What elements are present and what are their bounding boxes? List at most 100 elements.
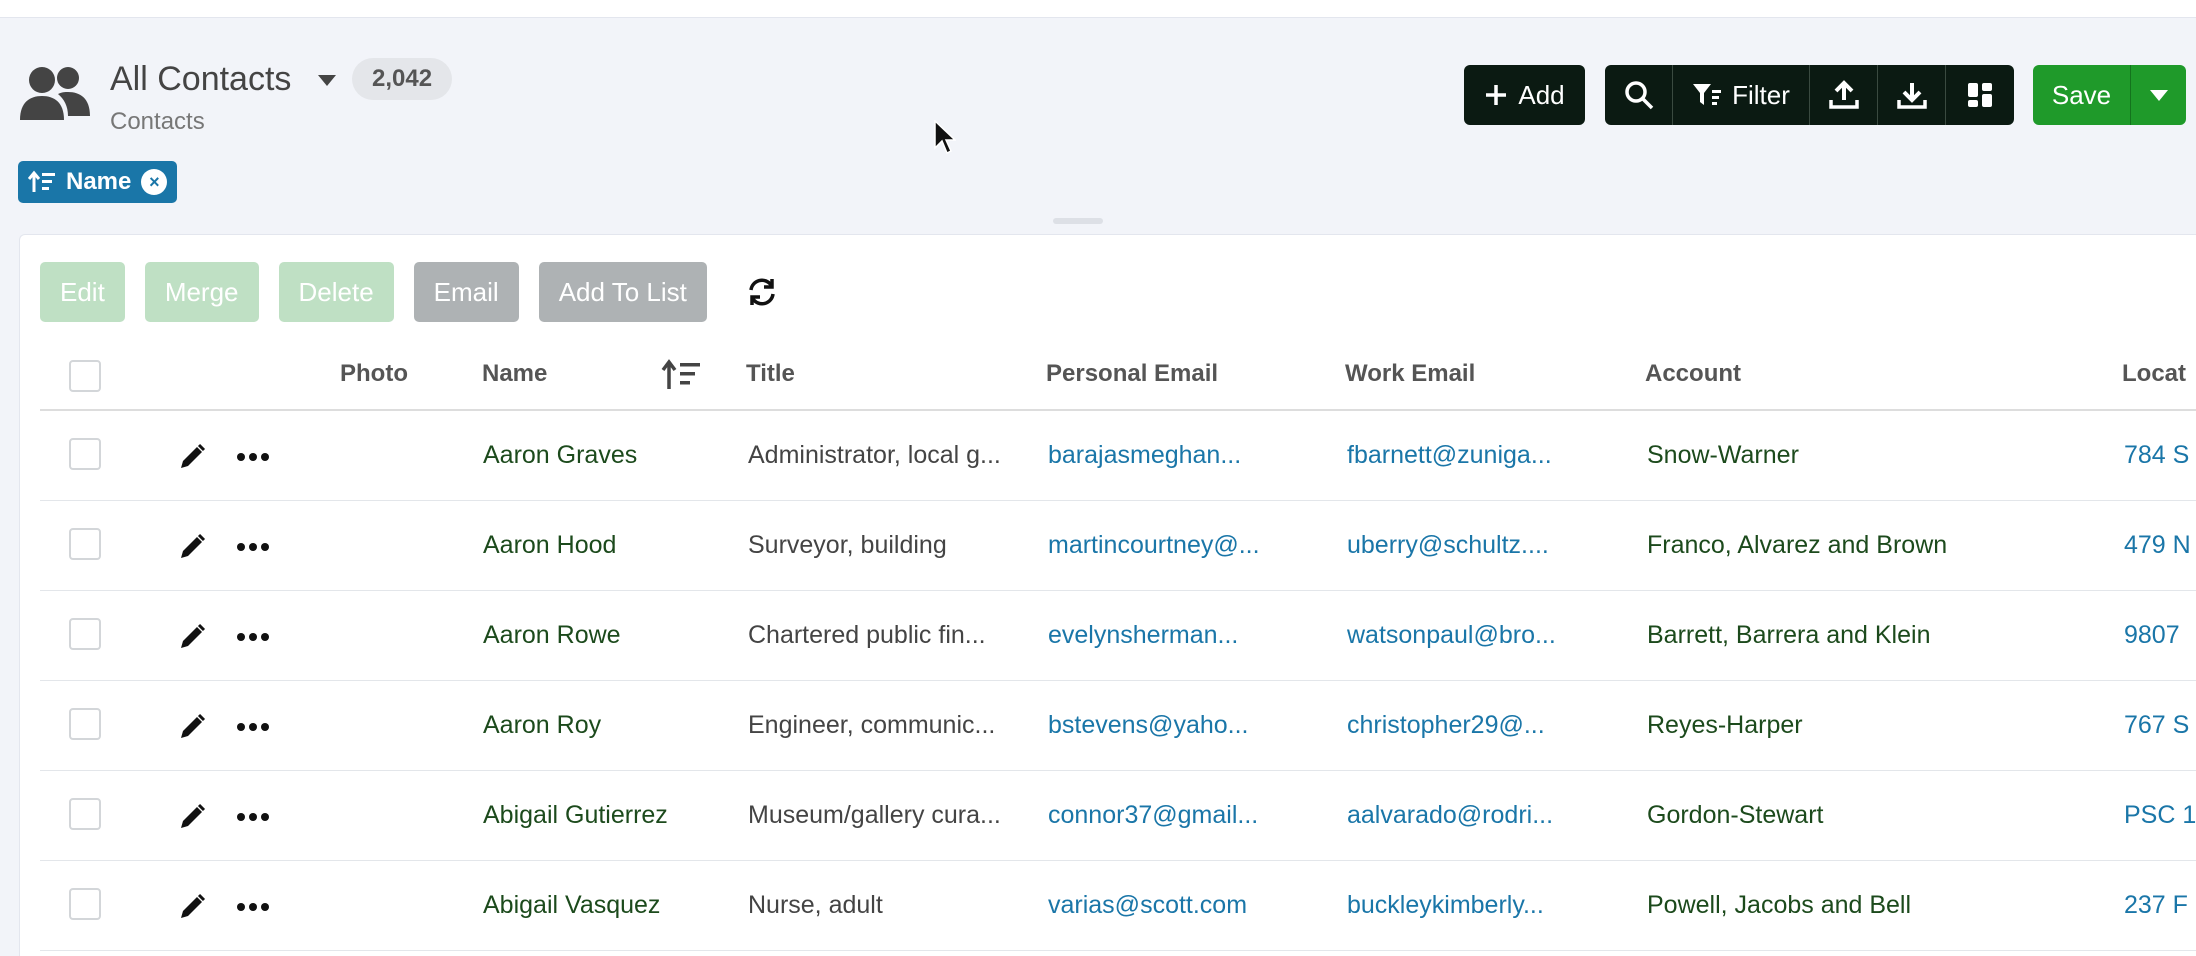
work-email-link[interactable]: aalvarado@rodri... xyxy=(1347,801,1553,830)
pencil-icon[interactable] xyxy=(178,713,206,741)
chevron-down-icon xyxy=(2149,90,2168,101)
more-options-icon[interactable] xyxy=(236,537,270,557)
download-button[interactable] xyxy=(1878,65,1946,125)
contact-name[interactable]: Aaron Roy xyxy=(483,711,601,740)
filter-button[interactable]: Filter xyxy=(1673,65,1810,125)
pencil-icon[interactable] xyxy=(178,803,206,831)
column-header-name[interactable]: Name xyxy=(482,360,547,388)
table-row[interactable]: Aaron Rowe Chartered public fin... evely… xyxy=(40,591,2196,681)
resize-handle[interactable] xyxy=(1053,218,1103,224)
personal-email-link[interactable]: evelynsherman... xyxy=(1048,621,1238,650)
personal-email-link[interactable]: varias@scott.com xyxy=(1048,891,1247,920)
refresh-button[interactable] xyxy=(737,267,787,317)
more-options-icon[interactable] xyxy=(236,627,270,647)
contact-name[interactable]: Aaron Rowe xyxy=(483,621,621,650)
more-options-icon[interactable] xyxy=(236,807,270,827)
sort-chip-name[interactable]: Name × xyxy=(18,161,178,203)
personal-email-link[interactable]: martincourtney@... xyxy=(1048,531,1260,560)
layout-button[interactable] xyxy=(1946,65,2014,125)
save-options-button[interactable] xyxy=(2131,65,2186,125)
save-button-group: Save xyxy=(2033,65,2186,125)
column-header-personal-email[interactable]: Personal Email xyxy=(1046,360,1218,388)
location-link[interactable]: 784 S xyxy=(2124,441,2189,470)
sort-ascending-icon[interactable] xyxy=(661,359,701,391)
download-icon xyxy=(1896,83,1927,109)
upload-icon xyxy=(1828,80,1859,109)
save-button[interactable]: Save xyxy=(2033,65,2131,125)
pencil-icon[interactable] xyxy=(178,443,206,471)
layout-grid-icon xyxy=(1968,83,1992,107)
select-all-checkbox[interactable] xyxy=(69,360,101,392)
sort-ascending-icon xyxy=(28,170,55,192)
add-to-list-button[interactable]: Add To List xyxy=(538,262,707,322)
contact-title: Surveyor, building xyxy=(748,531,947,559)
personal-email-link[interactable]: connor37@gmail... xyxy=(1048,801,1258,830)
column-header-photo[interactable]: Photo xyxy=(340,360,408,388)
contact-title: Nurse, adult xyxy=(748,891,883,919)
contact-title: Engineer, communic... xyxy=(748,711,996,739)
personal-email-link[interactable]: bstevens@yaho... xyxy=(1048,711,1249,740)
add-button[interactable]: Add xyxy=(1464,65,1585,125)
column-header-work-email[interactable]: Work Email xyxy=(1345,360,1475,388)
table-row[interactable]: Aaron Roy Engineer, communic... bstevens… xyxy=(40,681,2196,771)
row-checkbox[interactable] xyxy=(69,888,101,920)
pencil-icon[interactable] xyxy=(178,893,206,921)
account-name: Powell, Jacobs and Bell xyxy=(1647,891,1912,919)
row-checkbox[interactable] xyxy=(69,438,101,470)
pencil-icon[interactable] xyxy=(178,533,206,561)
personal-email-link[interactable]: barajasmeghan... xyxy=(1048,441,1241,470)
delete-button[interactable]: Delete xyxy=(278,262,394,322)
work-email-link[interactable]: watsonpaul@bro... xyxy=(1347,621,1556,650)
column-header-account[interactable]: Account xyxy=(1645,360,1741,388)
contacts-panel: Edit Merge Delete Email Add To List Phot… xyxy=(19,234,2196,956)
column-header-location[interactable]: Locat xyxy=(2122,360,2186,388)
search-button[interactable] xyxy=(1605,65,1673,125)
table-row[interactable]: Abigail Vasquez Nurse, adult varias@scot… xyxy=(40,861,2196,951)
work-email-link[interactable]: uberry@schultz.... xyxy=(1347,531,1549,560)
page-title[interactable]: All Contacts xyxy=(110,60,291,99)
close-icon[interactable]: × xyxy=(141,169,168,195)
merge-button[interactable]: Merge xyxy=(144,262,259,322)
row-checkbox[interactable] xyxy=(69,528,101,560)
contact-name[interactable]: Aaron Hood xyxy=(483,531,616,560)
contact-name[interactable]: Abigail Vasquez xyxy=(483,891,660,920)
row-checkbox[interactable] xyxy=(69,798,101,830)
column-header-title[interactable]: Title xyxy=(746,360,795,388)
contact-name[interactable]: Aaron Graves xyxy=(483,441,637,470)
pencil-icon[interactable] xyxy=(178,623,206,651)
location-link[interactable]: 9807 xyxy=(2124,621,2180,650)
row-checkbox[interactable] xyxy=(69,618,101,650)
users-icon xyxy=(20,67,90,120)
bulk-action-bar: Edit Merge Delete Email Add To List xyxy=(40,262,787,322)
more-options-icon[interactable] xyxy=(236,717,270,737)
contact-title: Museum/gallery cura... xyxy=(748,801,1001,829)
view-dropdown-icon[interactable] xyxy=(316,72,338,88)
contact-title: Administrator, local g... xyxy=(748,441,1001,469)
sort-chip-label: Name xyxy=(66,168,132,195)
edit-button[interactable]: Edit xyxy=(40,262,125,322)
search-icon xyxy=(1624,81,1653,110)
more-options-icon[interactable] xyxy=(236,897,270,917)
work-email-link[interactable]: fbarnett@zuniga... xyxy=(1347,441,1552,470)
work-email-link[interactable]: buckleykimberly... xyxy=(1347,891,1544,920)
more-options-icon[interactable] xyxy=(236,447,270,467)
table-row[interactable]: Abigail Gutierrez Museum/gallery cura...… xyxy=(40,771,2196,861)
upload-button[interactable] xyxy=(1810,65,1878,125)
location-link[interactable]: PSC 1 xyxy=(2124,801,2196,830)
table-row[interactable]: Aaron Graves Administrator, local g... b… xyxy=(40,411,2196,501)
location-link[interactable]: 767 S xyxy=(2124,711,2189,740)
contact-name[interactable]: Abigail Gutierrez xyxy=(483,801,668,830)
location-link[interactable]: 479 N xyxy=(2124,531,2191,560)
table-row[interactable]: Aaron Hood Surveyor, building martincour… xyxy=(40,501,2196,591)
account-name: Franco, Alvarez and Brown xyxy=(1647,531,1948,559)
location-link[interactable]: 237 F xyxy=(2124,891,2188,920)
filter-icon xyxy=(1693,84,1722,105)
email-button[interactable]: Email xyxy=(413,262,519,322)
record-count-badge: 2,042 xyxy=(352,58,453,100)
mouse-cursor-icon xyxy=(934,120,956,155)
plus-icon xyxy=(1486,85,1507,105)
contact-title: Chartered public fin... xyxy=(748,621,986,649)
work-email-link[interactable]: christopher29@... xyxy=(1347,711,1545,740)
top-strip xyxy=(0,0,2196,18)
row-checkbox[interactable] xyxy=(69,708,101,740)
